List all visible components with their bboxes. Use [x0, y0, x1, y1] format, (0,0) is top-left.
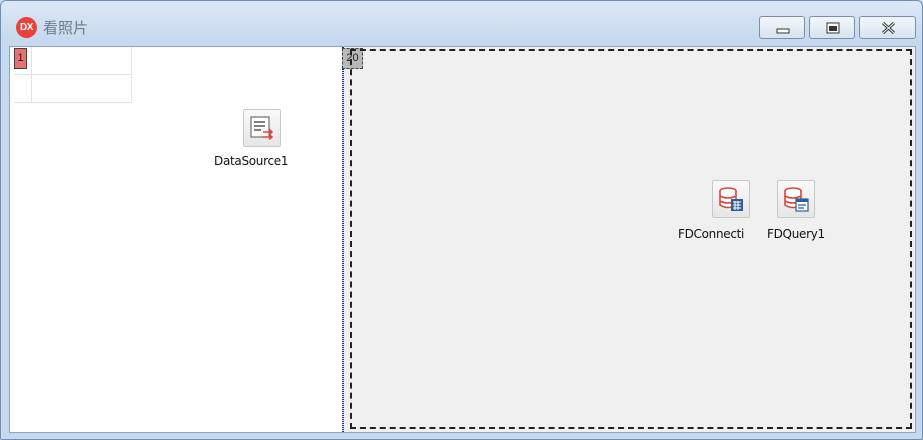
- grid-cell[interactable]: [14, 75, 32, 103]
- datasource-label: DataSource1: [214, 154, 289, 168]
- fdconnection-label: FDConnecti: [678, 227, 745, 241]
- database-query-icon[interactable]: [777, 180, 815, 218]
- restore-icon: [826, 22, 840, 34]
- database-connection-icon[interactable]: [712, 180, 750, 218]
- fdquery-label: FDQuery1: [767, 227, 825, 241]
- form-client-area[interactable]: 1 DataSource1 20 FDConnecti FDQuery1: [9, 46, 916, 433]
- datasource-icon[interactable]: [243, 109, 281, 147]
- form-window: DX 看照片 1 DataSource1 20 FDConnecti FDQue…: [0, 0, 923, 440]
- grid-cell[interactable]: [32, 47, 132, 75]
- app-logo-icon: DX: [16, 17, 37, 38]
- title-bar[interactable]: DX 看照片: [1, 1, 922, 45]
- restore-button[interactable]: [809, 16, 855, 39]
- minimize-button[interactable]: [759, 16, 805, 39]
- right-panel[interactable]: [350, 49, 912, 429]
- grid-control[interactable]: [14, 47, 132, 103]
- left-panel[interactable]: 1 DataSource1: [10, 47, 342, 432]
- splitter[interactable]: [342, 47, 344, 432]
- grid-cell[interactable]: [32, 75, 132, 103]
- minimize-icon: [776, 28, 790, 34]
- window-title: 看照片: [43, 19, 89, 37]
- close-button[interactable]: [859, 16, 916, 39]
- close-icon: [881, 21, 896, 35]
- left-panel-tag[interactable]: 1: [14, 48, 27, 69]
